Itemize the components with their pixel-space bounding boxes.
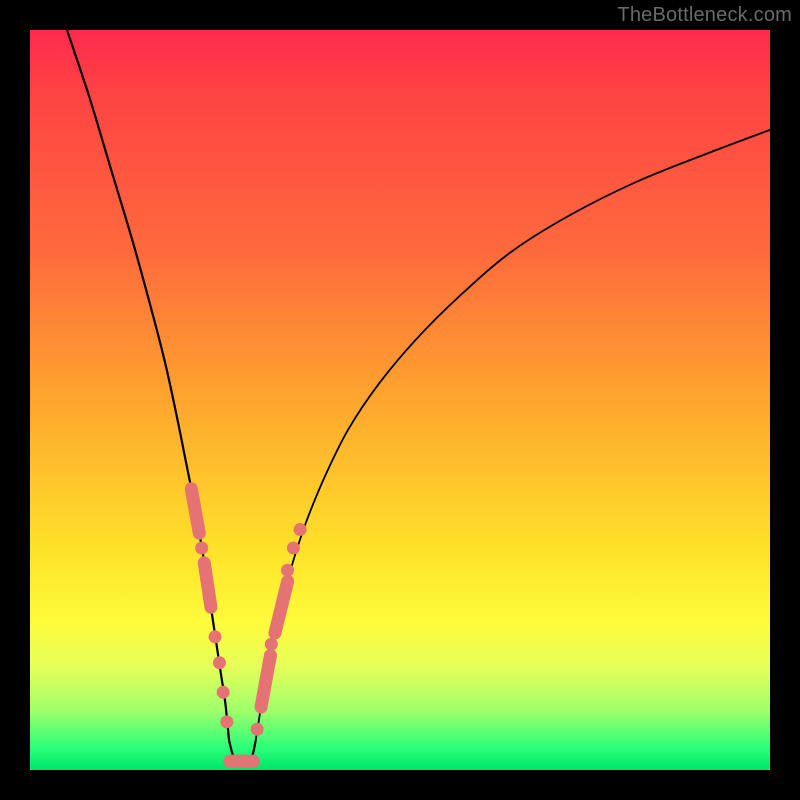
plot-area xyxy=(30,30,770,770)
curves-svg xyxy=(30,30,770,770)
data-markers xyxy=(191,489,306,761)
marker-dot xyxy=(213,656,226,669)
marker-dot xyxy=(294,523,307,536)
marker-dot xyxy=(287,542,300,555)
marker-dot xyxy=(195,542,208,555)
marker-dot xyxy=(220,715,233,728)
marker-pill xyxy=(191,489,199,533)
marker-pill xyxy=(204,563,211,607)
left-branch-curve xyxy=(67,30,229,740)
marker-dot xyxy=(265,638,278,651)
watermark-text: TheBottleneck.com xyxy=(617,4,792,27)
marker-dot xyxy=(251,723,264,736)
marker-dot xyxy=(209,630,222,643)
marker-dot xyxy=(281,564,294,577)
marker-pill xyxy=(275,581,288,633)
marker-dot xyxy=(217,686,230,699)
marker-pill xyxy=(261,655,270,707)
right-branch-curve xyxy=(256,130,770,741)
chart-frame: TheBottleneck.com xyxy=(0,0,800,800)
